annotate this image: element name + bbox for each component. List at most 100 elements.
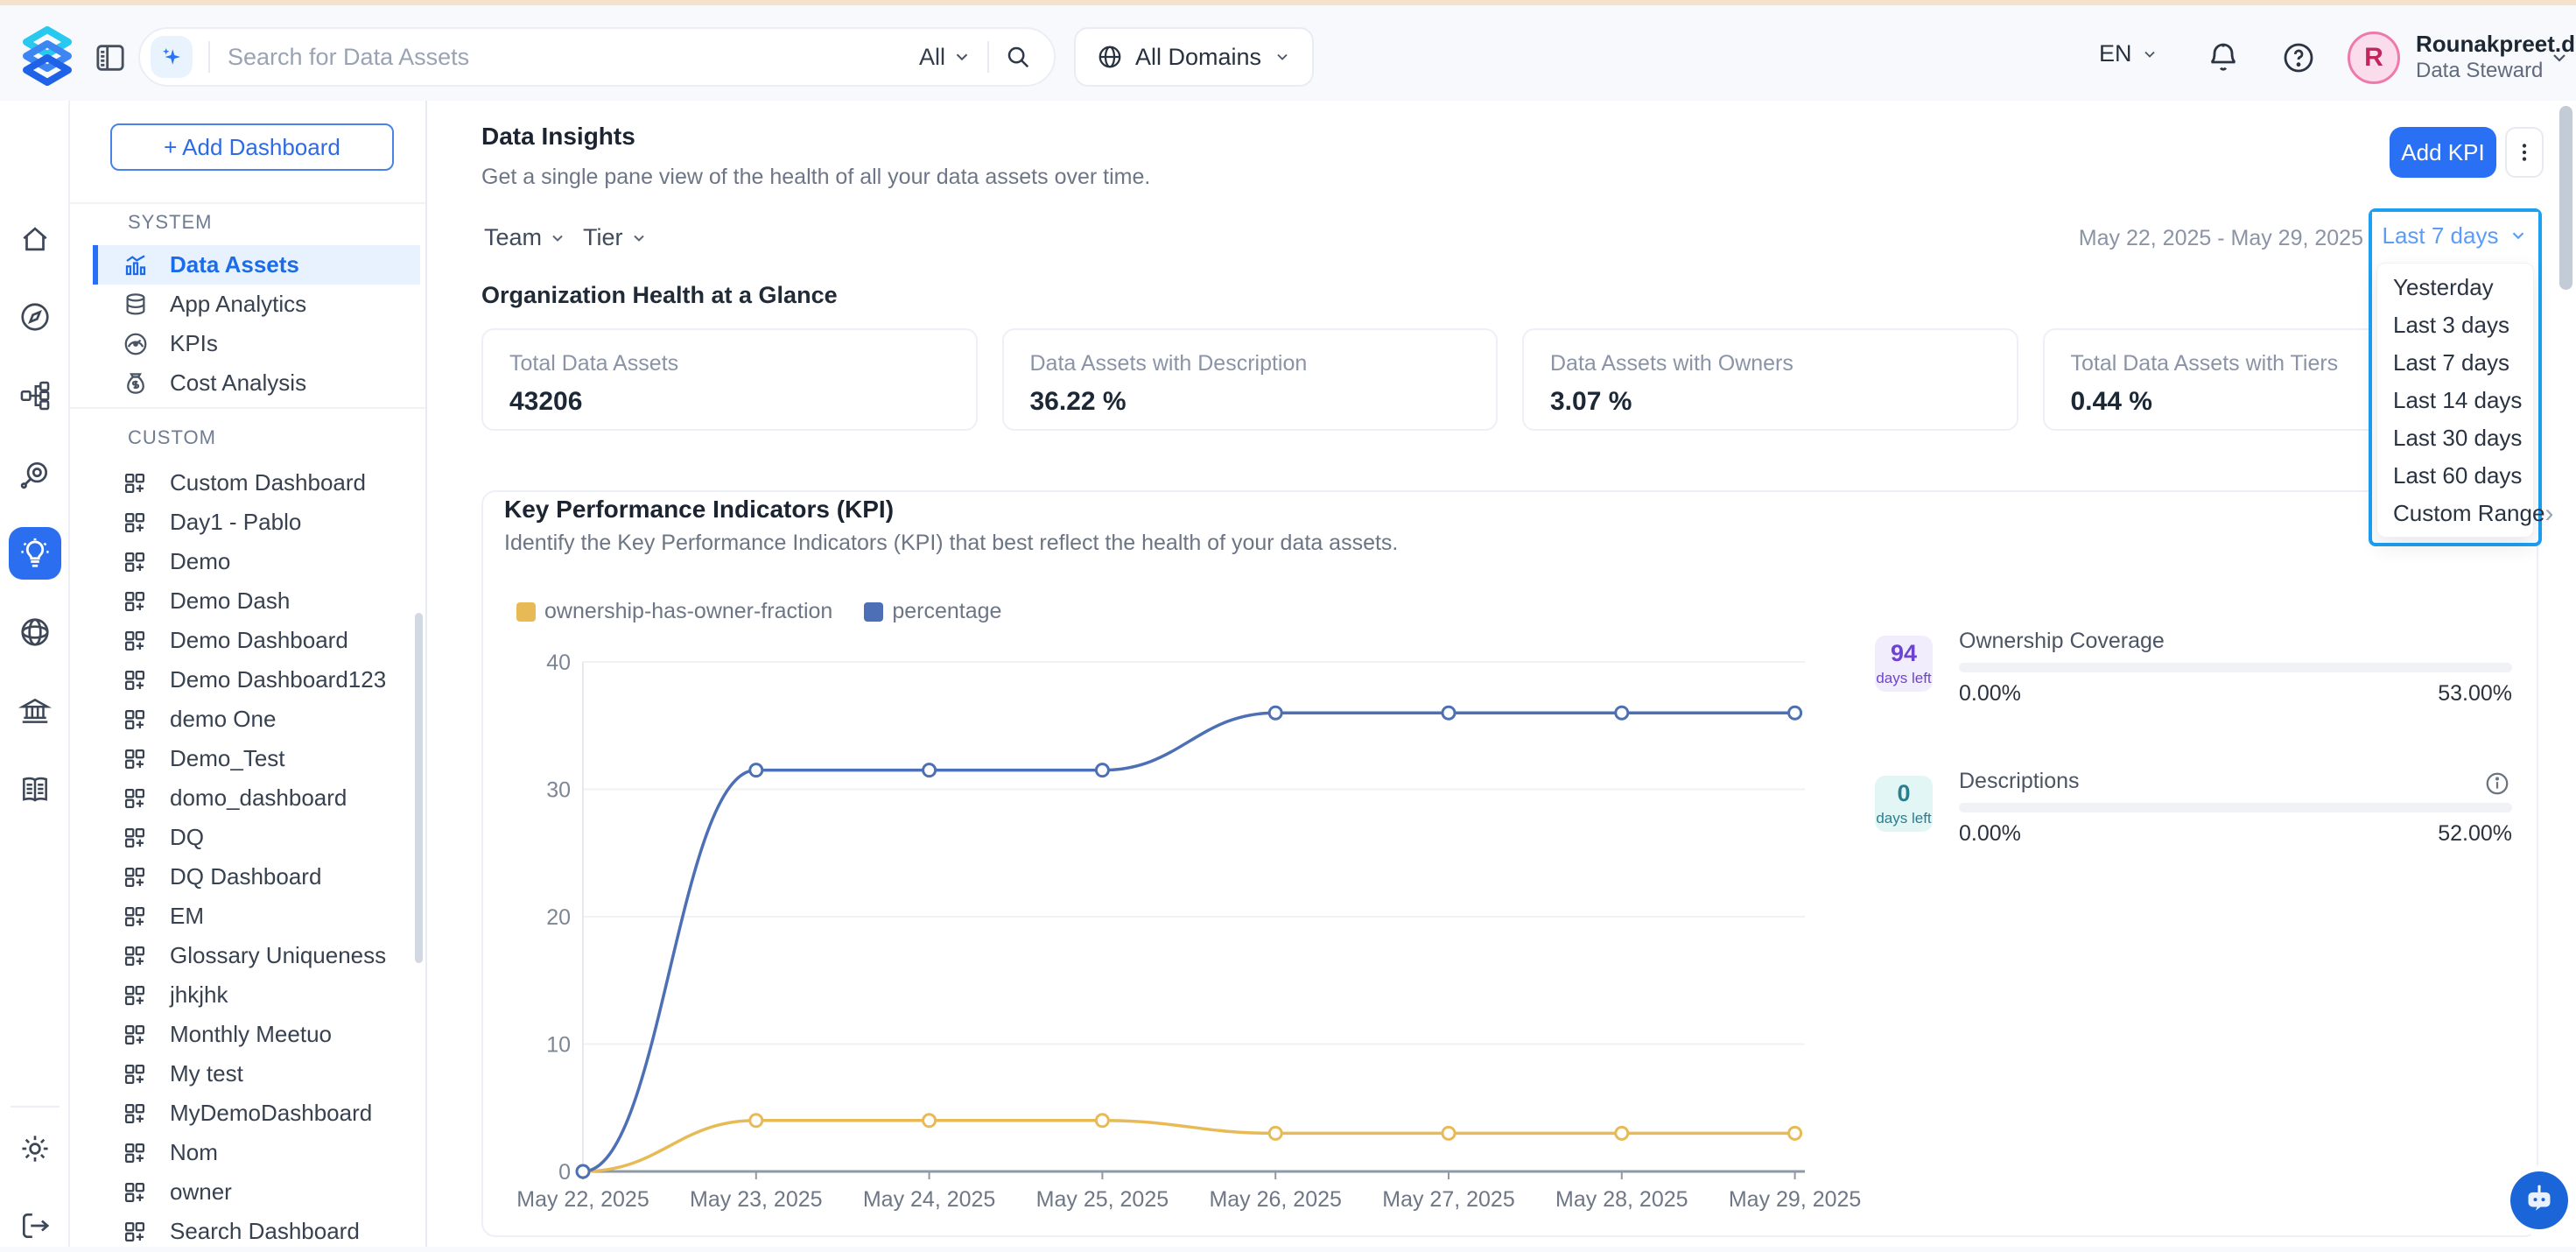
lineage-icon[interactable] [9,369,61,422]
option-label: Last 60 days [2393,462,2522,489]
sidebar-item-custom-dashboard[interactable]: demo One [93,700,420,739]
observability-icon[interactable] [9,448,61,501]
more-options-kebab-icon[interactable] [2505,127,2544,178]
page-subtitle: Get a single pane view of the health of … [481,165,1150,190]
sidebar-item-cost-analysis[interactable]: Cost Analysis [93,363,420,403]
sidebar-item-custom-dashboard[interactable]: Monthly Meetuo [93,1015,420,1054]
sidebar-item-label: Demo Dash [170,587,290,615]
sidebar-item-label: DQ Dashboard [170,863,321,890]
sidebar-item-kpis[interactable]: KPIs [93,324,420,363]
sidebar-toggle-icon[interactable] [93,40,128,75]
days-left-value: 94 [1891,642,1917,665]
global-search-bar[interactable]: All [138,27,1056,87]
date-range-option[interactable]: Last 60 days › [2377,457,2533,495]
svg-text:10: 10 [546,1033,571,1058]
svg-text:May 24, 2025: May 24, 2025 [863,1187,996,1212]
svg-text:May 29, 2025: May 29, 2025 [1729,1187,1862,1212]
sidebar-item-custom-dashboard[interactable]: owner [93,1172,420,1212]
sidebar-item-custom-dashboard[interactable]: Glossary Uniqueness [93,936,420,975]
chevron-down-icon [2509,226,2528,245]
chat-bot-button[interactable] [2510,1171,2568,1229]
language-selector[interactable]: EN [2099,40,2158,67]
user-avatar[interactable]: R [2348,32,2400,84]
date-range-option[interactable]: Last 3 days › [2377,306,2533,344]
kpi-trend-line-chart: 010203040May 22, 2025May 23, 2025May 24,… [525,648,1838,1217]
domains-selector[interactable]: All Domains [1074,27,1314,87]
date-range-trigger-button[interactable]: Last 7 days [2372,212,2538,259]
sidebar-item-label: Day1 - Pablo [170,509,301,536]
custom-section-label: CUSTOM [128,426,216,449]
settings-gear-icon[interactable] [9,1122,61,1175]
add-kpi-button[interactable]: Add KPI [2390,127,2496,178]
divider [987,41,989,73]
user-menu[interactable]: Rounakpreet.d Data Steward [2416,30,2547,84]
ai-sparkle-icon[interactable] [151,36,193,78]
sidebar-item-custom-dashboard[interactable]: Demo Dashboard123 [93,660,420,700]
home-icon[interactable] [9,213,61,265]
explore-compass-icon[interactable] [9,291,61,343]
team-filter[interactable]: Team [484,224,566,251]
notifications-bell-icon[interactable] [2206,40,2241,75]
page-scrollbar[interactable] [2559,106,2572,290]
data-assets-chart-icon [123,251,151,279]
sidebar-item-custom-dashboard[interactable]: EM [93,897,420,936]
sidebar-item-data-assets[interactable]: Data Assets [93,245,420,285]
sidebar-item-custom-dashboard[interactable]: Demo Dashboard [93,621,420,660]
sidebar-item-custom-dashboard[interactable]: Day1 - Pablo [93,503,420,542]
sidebar-item-custom-dashboard[interactable]: My test [93,1054,420,1094]
sidebar-item-custom-dashboard[interactable]: MyDemoDashboard [93,1094,420,1133]
chevron-down-icon [630,229,648,247]
dashboard-grid-plus-icon [123,587,151,615]
dashboard-grid-plus-icon [123,1021,151,1049]
search-scope-dropdown[interactable]: All [919,44,972,71]
sidebar-item-label: App Analytics [170,291,306,318]
goal-percentages: 0.00% 52.00% [1959,821,2512,847]
dashboard-grid-plus-icon [123,1139,151,1167]
app-logo-icon[interactable] [18,26,77,88]
date-range-option[interactable]: Yesterday › [2377,269,2533,306]
sidebar-item-custom-dashboard[interactable]: DQ [93,818,420,857]
date-range-option[interactable]: Last 14 days › [2377,382,2533,419]
info-icon[interactable] [2484,770,2510,797]
logout-icon[interactable] [9,1199,61,1252]
insights-bulb-icon[interactable] [9,527,61,580]
sidebar-item-custom-dashboard[interactable]: Search Dashboard [93,1212,420,1247]
sidebar-item-app-analytics[interactable]: App Analytics [93,285,420,324]
sidebar-scrollbar[interactable] [415,613,423,963]
chart-legend: ownership-has-owner-fraction percentage [516,599,1001,624]
sidebar-item-custom-dashboard[interactable]: Demo Dash [93,581,420,621]
add-dashboard-button[interactable]: + Add Dashboard [110,123,394,171]
sidebar-item-custom-dashboard[interactable]: Demo [93,542,420,581]
user-name: Rounakpreet.d [2416,30,2547,58]
team-filter-label: Team [484,224,542,251]
tier-filter[interactable]: Tier [583,224,648,251]
sidebar-item-custom-dashboard[interactable]: domo_dashboard [93,778,420,818]
selected-range-label: Last 7 days [2383,222,2499,250]
goal-target-pct: 52.00% [2438,821,2512,847]
domains-globe-icon[interactable] [9,606,61,658]
date-range-option[interactable]: Custom Range › [2377,495,2533,532]
sidebar-item-label: EM [170,903,204,930]
date-range-option[interactable]: Last 30 days › [2377,419,2533,457]
chevron-down-icon[interactable] [2549,47,2570,68]
avatar-initial: R [2364,43,2383,73]
dashboard-grid-plus-icon [123,1218,151,1246]
divider [70,407,425,409]
legend-item-ownership[interactable]: ownership-has-owner-fraction [516,599,832,624]
svg-text:May 23, 2025: May 23, 2025 [690,1187,823,1212]
sidebar-item-custom-dashboard[interactable]: Nom [93,1133,420,1172]
date-range-text: May 22, 2025 - May 29, 2025 [2022,226,2363,251]
sidebar-item-custom-dashboard[interactable]: Demo_Test [93,739,420,778]
legend-label: percentage [892,599,1001,624]
governance-bank-icon[interactable] [9,685,61,737]
date-range-option[interactable]: Last 7 days › [2377,344,2533,382]
sidebar-item-custom-dashboard[interactable]: DQ Dashboard [93,857,420,897]
stat-card-value: 36.22 % [1030,387,1470,417]
glossary-book-icon[interactable] [9,763,61,816]
sidebar-item-custom-dashboard[interactable]: jhkjhk [93,975,420,1015]
legend-item-percentage[interactable]: percentage [864,599,1001,624]
sidebar-item-custom-dashboard[interactable]: Custom Dashboard [93,463,420,503]
search-input[interactable] [226,43,919,72]
search-icon[interactable] [1005,44,1031,70]
help-icon[interactable] [2281,40,2316,75]
